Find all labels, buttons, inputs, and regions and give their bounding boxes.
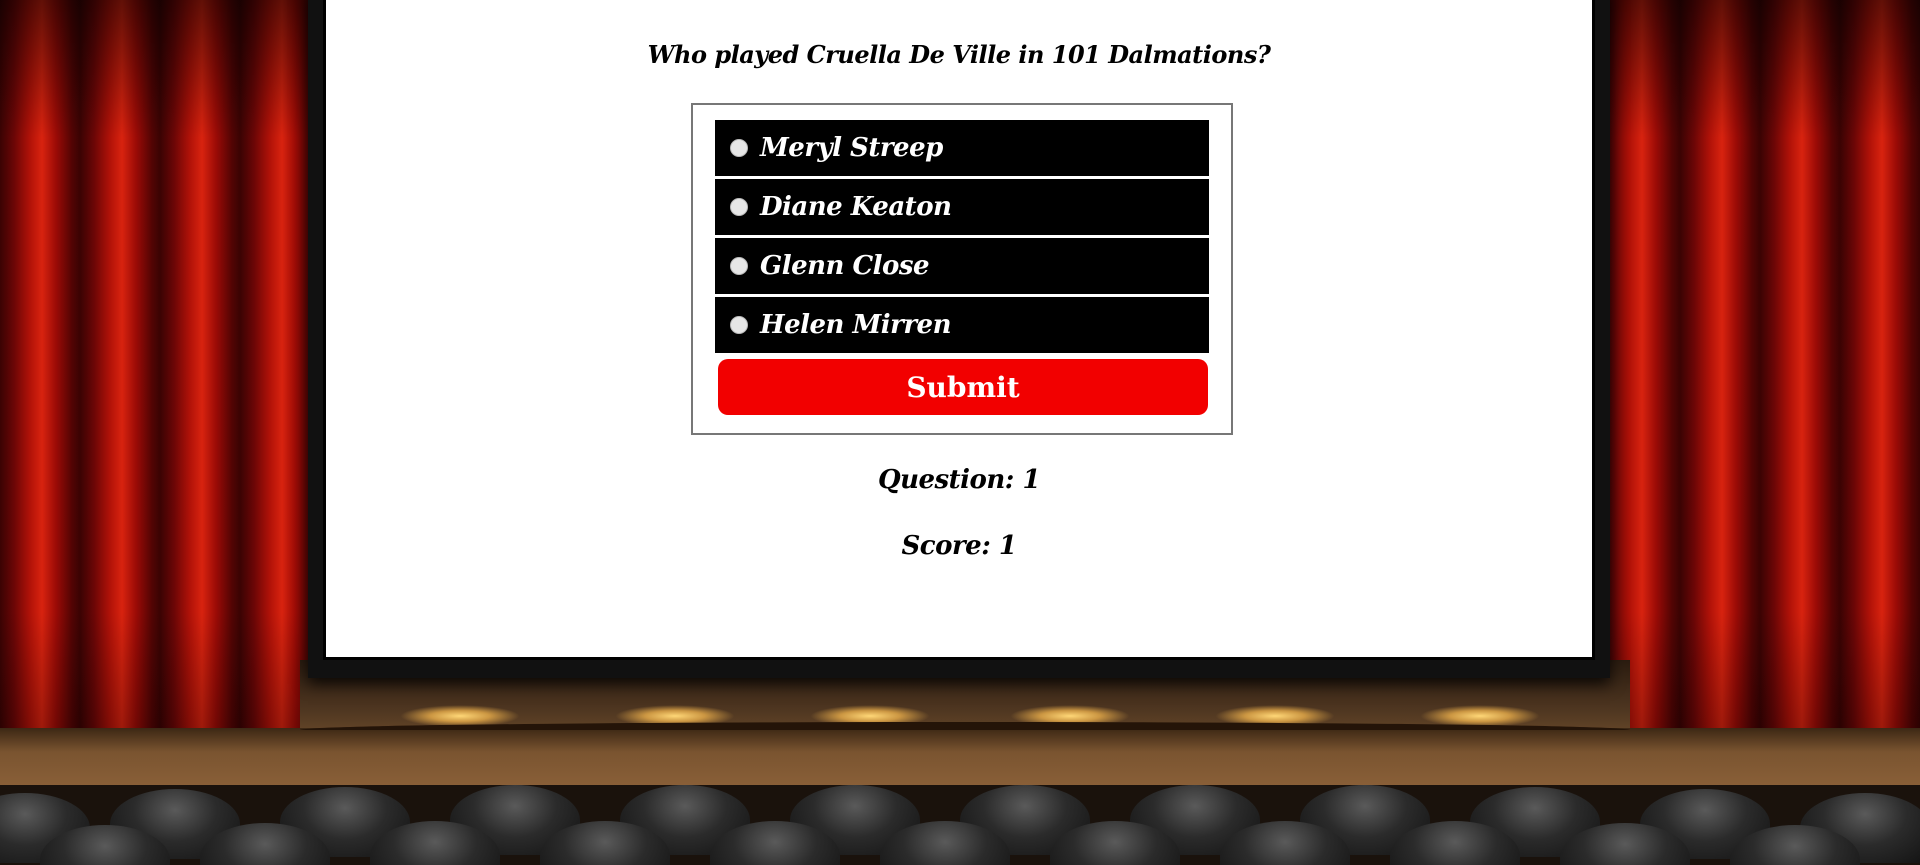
answer-option[interactable]: Diane Keaton bbox=[715, 179, 1209, 235]
answer-form: Meryl Streep Diane Keaton Glenn Close He… bbox=[691, 103, 1233, 435]
radio-button-icon[interactable] bbox=[730, 316, 748, 334]
submit-button[interactable]: Submit bbox=[718, 359, 1208, 415]
answer-option-label: Meryl Streep bbox=[760, 133, 943, 163]
right-curtain bbox=[1600, 0, 1920, 765]
answer-option-label: Diane Keaton bbox=[760, 192, 952, 222]
quiz-screen: Who played Cruella De Ville in 101 Dalma… bbox=[323, 0, 1595, 660]
stage-floor bbox=[0, 728, 1920, 788]
radio-button-icon[interactable] bbox=[730, 257, 748, 275]
question-counter: Question: 1 bbox=[877, 465, 1041, 495]
audience-seats bbox=[0, 785, 1920, 865]
radio-button-icon[interactable] bbox=[730, 139, 748, 157]
answer-option[interactable]: Glenn Close bbox=[715, 238, 1209, 294]
score-display: Score: 1 bbox=[901, 531, 1017, 561]
radio-button-icon[interactable] bbox=[730, 198, 748, 216]
answer-option[interactable]: Helen Mirren bbox=[715, 297, 1209, 353]
answer-option[interactable]: Meryl Streep bbox=[715, 120, 1209, 176]
theater-scene: Who played Cruella De Ville in 101 Dalma… bbox=[0, 0, 1920, 865]
answer-option-label: Helen Mirren bbox=[760, 310, 951, 340]
left-curtain bbox=[0, 0, 312, 765]
answer-option-label: Glenn Close bbox=[760, 251, 930, 281]
question-text: Who played Cruella De Ville in 101 Dalma… bbox=[647, 40, 1271, 69]
